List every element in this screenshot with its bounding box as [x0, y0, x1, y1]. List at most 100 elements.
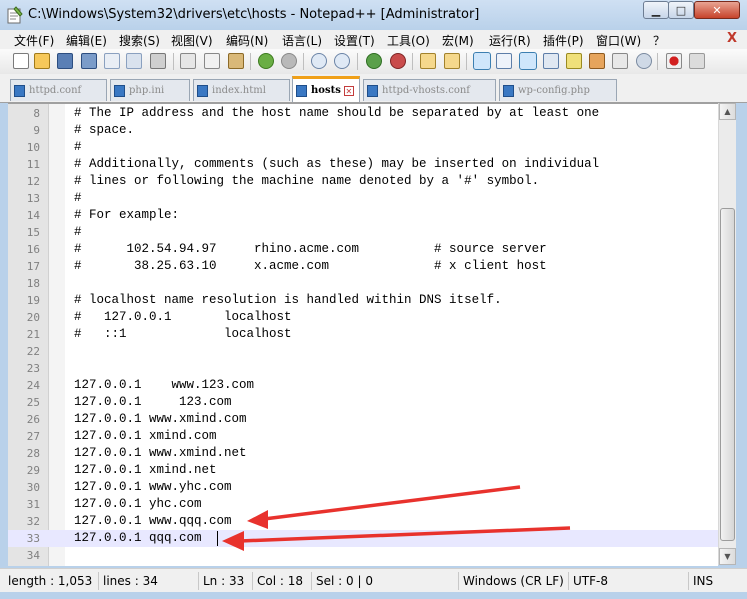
menu-settings[interactable]: 设置(T) [334, 32, 375, 49]
line-number: 34 [26, 549, 40, 562]
save-icon[interactable] [57, 53, 73, 69]
record-macro-icon[interactable] [666, 53, 682, 69]
close-all-icon[interactable] [126, 53, 142, 69]
code-line[interactable]: 23 [8, 360, 718, 377]
eye-icon[interactable] [636, 53, 652, 69]
menu-macro[interactable]: 宏(M) [442, 32, 474, 49]
code-line[interactable]: 29 127.0.0.1 xmind.net [8, 462, 718, 479]
code-line[interactable]: 34 [8, 547, 718, 564]
file-icon [367, 84, 378, 97]
scroll-up-button[interactable]: ▲ [719, 103, 736, 120]
monitor-icon[interactable] [612, 53, 628, 69]
code-line[interactable]: 19 # localhost name resolution is handled… [8, 292, 718, 309]
paste-icon[interactable] [228, 53, 244, 69]
editor-area[interactable]: 8 # The IP address and the host name shou… [8, 103, 718, 566]
undo-icon[interactable] [258, 53, 274, 69]
redo-icon[interactable] [281, 53, 297, 69]
code-line[interactable]: 20 # 127.0.0.1 localhost [8, 309, 718, 326]
minimize-button[interactable]: ▁ [643, 1, 669, 19]
code-line[interactable]: 15 # [8, 224, 718, 241]
code-line[interactable]: 9 # space. [8, 122, 718, 139]
toolbar [0, 49, 747, 75]
menu-encoding[interactable]: 编码(N) [226, 32, 268, 49]
code-line[interactable]: 21 # ::1 localhost [8, 326, 718, 343]
line-number: 17 [26, 260, 40, 273]
code-line[interactable]: 14 # For example: [8, 207, 718, 224]
code-line[interactable]: 17 # 38.25.63.10 x.acme.com # x client ho… [8, 258, 718, 275]
code-line[interactable]: 8 # The IP address and the host name shou… [8, 105, 718, 122]
status-ln: Ln : 33 [199, 572, 253, 590]
line-number: 18 [26, 277, 40, 290]
show-all-chars-icon[interactable] [496, 53, 512, 69]
line-number: 25 [26, 396, 40, 409]
code-line[interactable]: 28 127.0.0.1 www.xmind.net [8, 445, 718, 462]
tab-close-icon[interactable]: ✕ [343, 85, 354, 96]
code-line[interactable]: 12 # lines or following the machine name … [8, 173, 718, 190]
code-line[interactable]: 30 127.0.0.1 www.yhc.com [8, 479, 718, 496]
folder-workspace-icon[interactable] [589, 53, 605, 69]
menu-language[interactable]: 语言(L) [282, 32, 322, 49]
code-line[interactable]: 13 # [8, 190, 718, 207]
line-text: 127.0.0.1 xmind.com [74, 429, 217, 443]
code-line[interactable]: 27 127.0.0.1 xmind.com [8, 428, 718, 445]
replace-icon[interactable] [334, 53, 350, 69]
sync-vertical-icon[interactable] [420, 53, 436, 69]
tab-index-html[interactable]: index.html [193, 79, 290, 101]
menu-window[interactable]: 窗口(W) [596, 32, 641, 49]
indent-guide-icon[interactable] [519, 52, 537, 70]
find-icon[interactable] [311, 53, 327, 69]
menu-plugins[interactable]: 插件(P) [543, 32, 584, 49]
line-number: 21 [26, 328, 40, 341]
code-line[interactable]: 22 [8, 343, 718, 360]
code-line[interactable]: 16 # 102.54.94.97 rhino.acme.com # source… [8, 241, 718, 258]
status-insert-mode[interactable]: INS [689, 572, 739, 590]
tab-php-ini[interactable]: php.ini [110, 79, 190, 101]
menu-edit[interactable]: 编辑(E) [66, 32, 107, 49]
menu-help[interactable]: ？ [653, 32, 665, 49]
stop-record-icon[interactable] [689, 53, 705, 69]
tab-wp-config-php[interactable]: wp-config.php [499, 79, 617, 101]
menu-search[interactable]: 搜索(S) [119, 32, 160, 49]
menu-run[interactable]: 运行(R) [489, 32, 531, 49]
doc-map-icon[interactable] [543, 53, 559, 69]
code-line[interactable]: 24 127.0.0.1 www.123.com [8, 377, 718, 394]
print-icon[interactable] [150, 53, 166, 69]
code-line[interactable]: 10 # [8, 139, 718, 156]
maximize-button[interactable]: □ [668, 1, 694, 19]
code-line[interactable]: 18 [8, 275, 718, 292]
tab-httpd-conf[interactable]: httpd.conf [10, 79, 107, 101]
vertical-scrollbar[interactable]: ▲ ▼ [718, 103, 736, 565]
copy-icon[interactable] [204, 53, 220, 69]
sync-horizontal-icon[interactable] [444, 53, 460, 69]
open-file-icon[interactable] [34, 53, 50, 69]
close-icon[interactable] [104, 53, 120, 69]
menu-tools[interactable]: 工具(O) [387, 32, 430, 49]
status-eol[interactable]: Windows (CR LF) [459, 572, 569, 590]
code-line[interactable]: 32 127.0.0.1 www.qqq.com [8, 513, 718, 530]
zoom-in-icon[interactable] [366, 53, 382, 69]
new-file-icon[interactable] [13, 53, 29, 69]
file-icon [197, 84, 208, 97]
code-line[interactable]: 33 127.0.0.1 qqq.com [8, 530, 718, 547]
status-col: Col : 18 [253, 572, 312, 590]
close-document-button[interactable]: X [727, 31, 737, 46]
tab-label: wp-config.php [518, 85, 590, 96]
save-all-icon[interactable] [81, 53, 97, 69]
zoom-out-icon[interactable] [390, 53, 406, 69]
menu-view[interactable]: 视图(V) [171, 32, 213, 49]
scroll-down-button[interactable]: ▼ [719, 548, 736, 565]
code-line[interactable]: 25 127.0.0.1 123.com [8, 394, 718, 411]
function-list-icon[interactable] [566, 53, 582, 69]
cut-icon[interactable] [180, 53, 196, 69]
code-line[interactable]: 31 127.0.0.1 yhc.com [8, 496, 718, 513]
code-line[interactable]: 26 127.0.0.1 www.xmind.com [8, 411, 718, 428]
scrollbar-thumb[interactable] [720, 208, 735, 541]
close-window-button[interactable]: ✕ [694, 1, 740, 19]
menu-file[interactable]: 文件(F) [14, 32, 54, 49]
toolbar-separator [357, 53, 358, 70]
word-wrap-icon[interactable] [473, 52, 491, 70]
tab-hosts[interactable]: hosts ✕ [292, 76, 360, 102]
status-encoding[interactable]: UTF-8 [569, 572, 689, 590]
tab-httpd-vhosts-conf[interactable]: httpd-vhosts.conf [363, 79, 496, 101]
code-line[interactable]: 11 # Additionally, comments (such as thes… [8, 156, 718, 173]
